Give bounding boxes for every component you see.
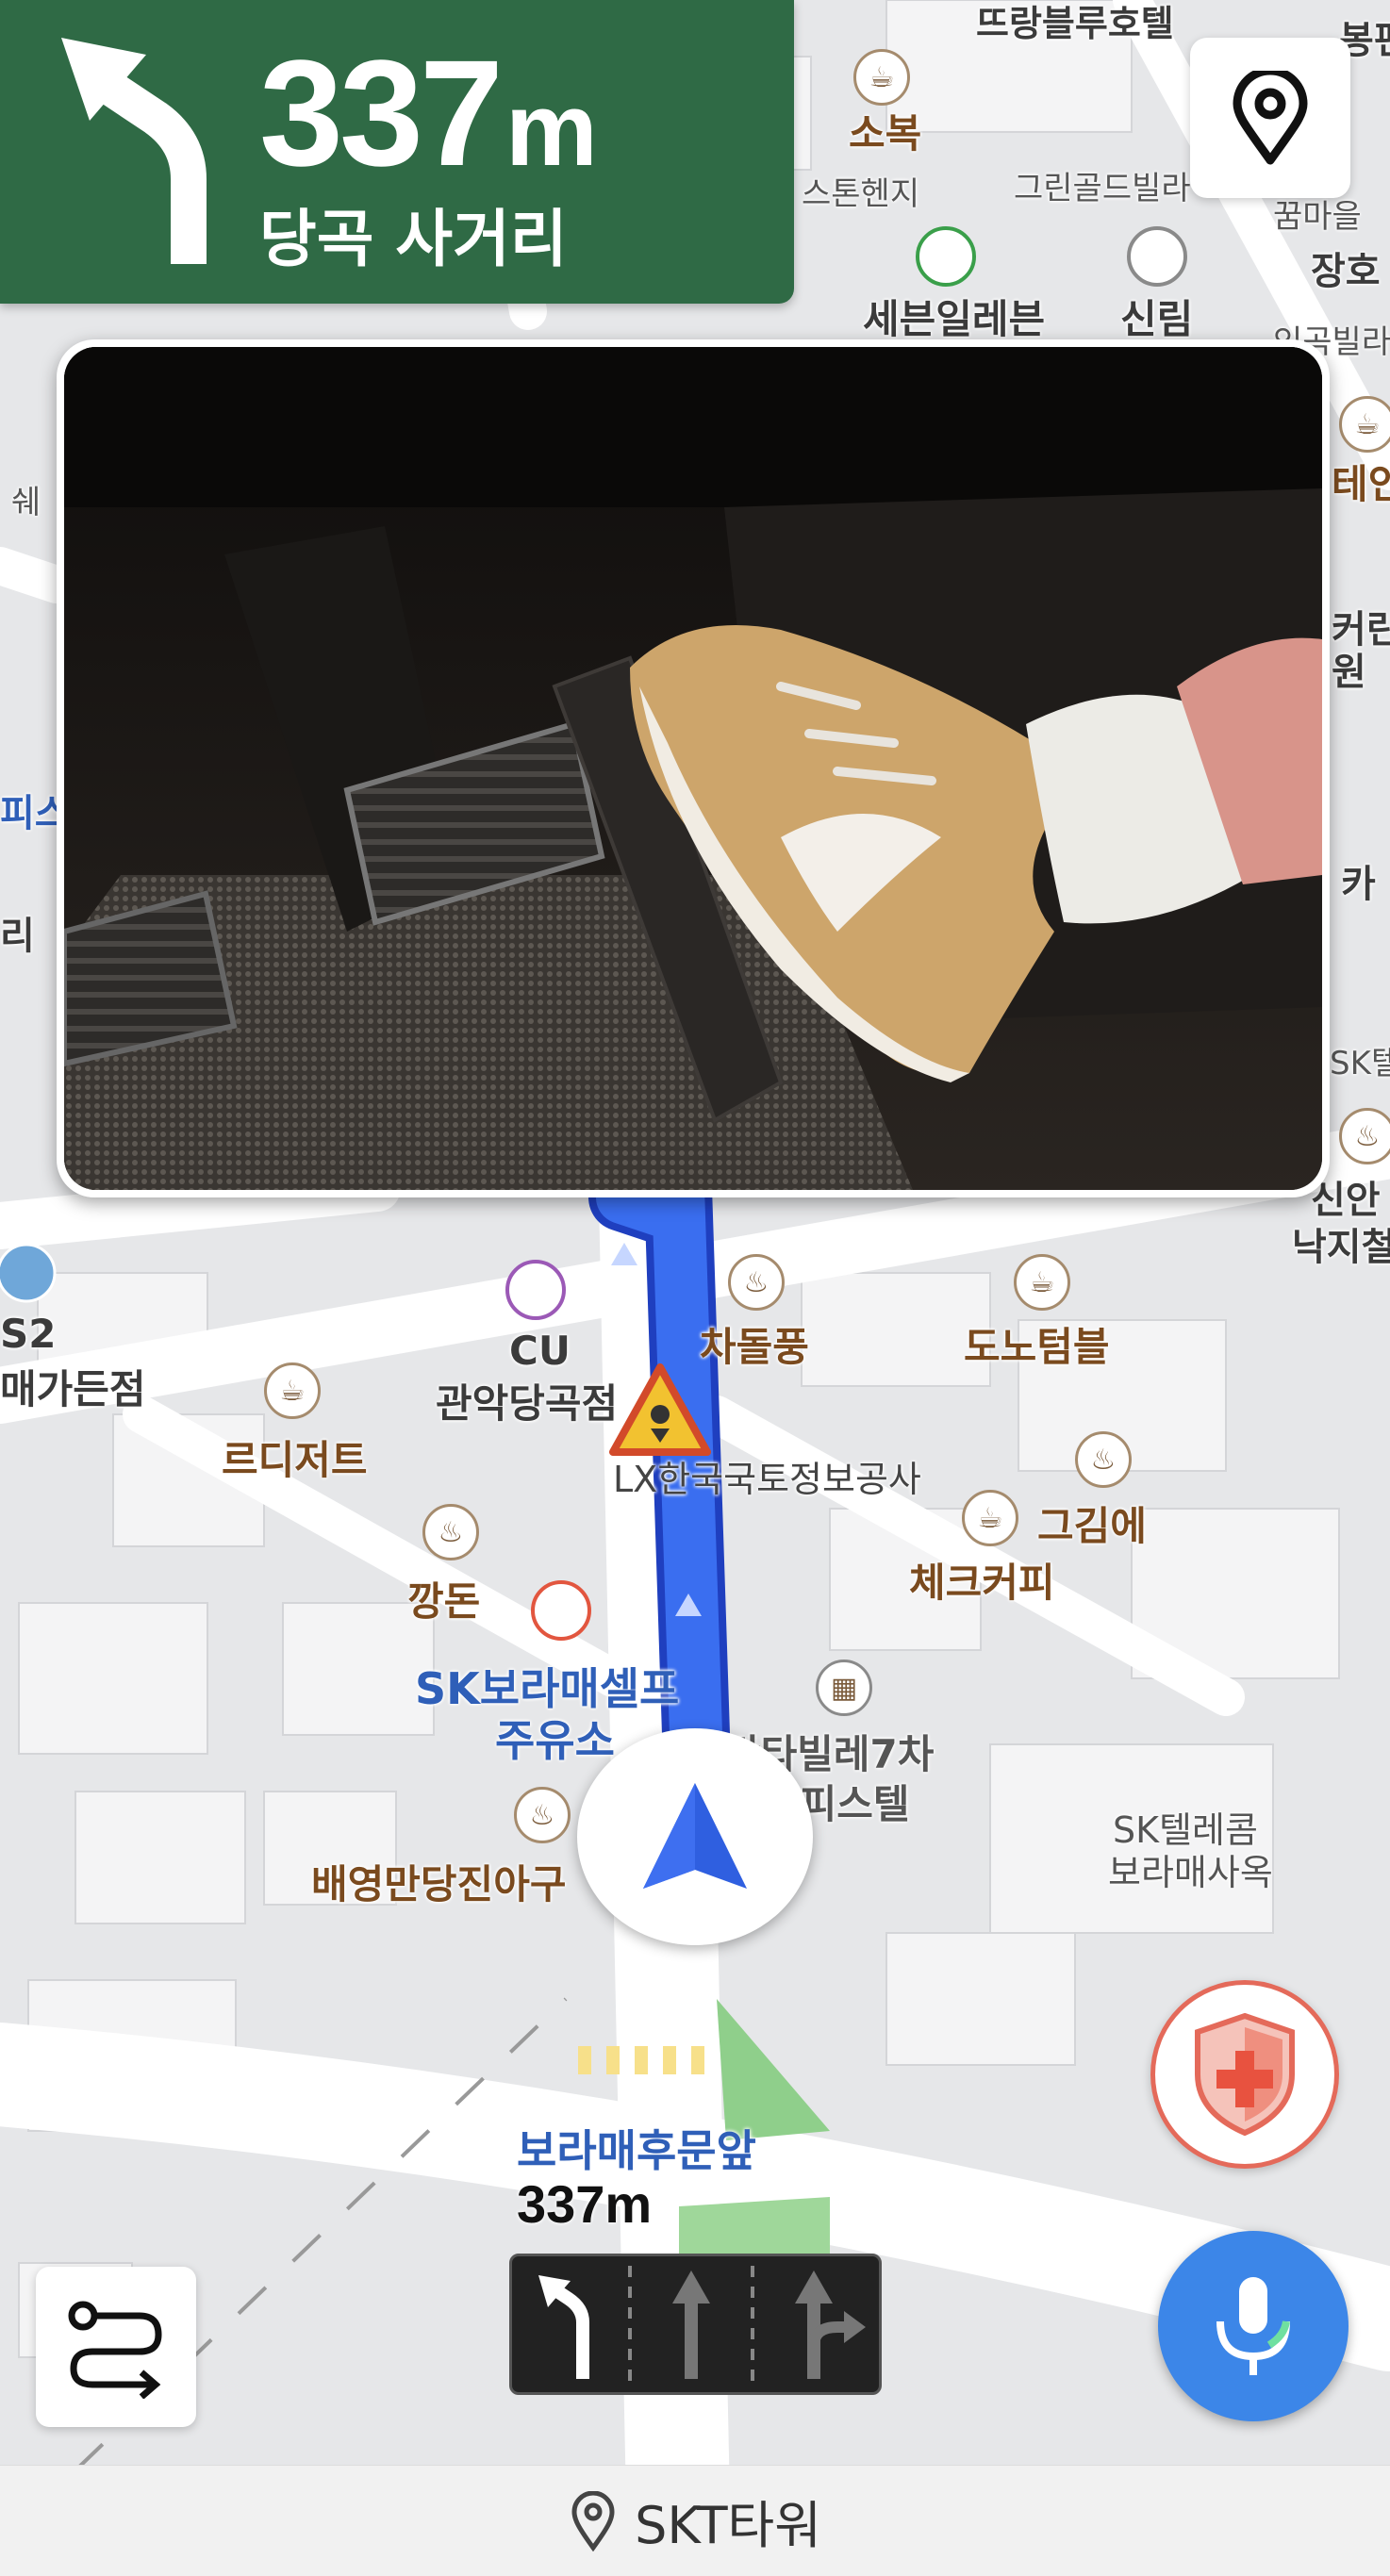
map-label-cu-sub: 관악당곡점 <box>436 1380 619 1427</box>
map-label-sinrim: 신림 <box>1120 296 1194 342</box>
map-label-right-1: 테인 <box>1332 461 1390 507</box>
map-label-gs25: S2 <box>0 1311 57 1357</box>
map-label-right-4: 카 <box>1341 863 1376 906</box>
location-pin-icon <box>1233 71 1308 165</box>
map-label-donoteumbeul: 도노텀블 <box>964 1324 1110 1370</box>
map-label-right-5: SK텔 <box>1330 1045 1390 1082</box>
restaurant-icon: ♨ <box>514 1787 571 1843</box>
restaurant-icon: ♨ <box>728 1254 785 1311</box>
location-pin-button[interactable] <box>1190 38 1350 198</box>
map-label-seven-eleven: 세븐일레븐 <box>863 296 1046 342</box>
guidance-road-name: 당곡 사거리 <box>259 203 568 275</box>
microphone-icon <box>1216 2277 1290 2375</box>
guidance-distance: 337m <box>259 28 598 197</box>
lane-guide-distance: 337m <box>517 2174 653 2234</box>
lane-left-turn-icon <box>538 2275 589 2379</box>
current-position-marker <box>577 1728 813 1945</box>
location-pin-icon <box>571 2490 615 2551</box>
lane-straight-icon <box>672 2271 710 2379</box>
destination-bar[interactable]: SKT타워 <box>0 2465 1390 2576</box>
route-icon <box>68 2301 162 2399</box>
map-label-green-gold: 그린골드빌라 <box>1014 170 1191 207</box>
map-label-kkangdon: 깡돈 <box>407 1578 481 1625</box>
map-label-cu: CU <box>509 1328 571 1374</box>
video-frame <box>64 347 1322 1190</box>
map-label-gs25-sub: 매가든점 <box>0 1366 146 1412</box>
map-label-sk-station-sub: 주유소 <box>495 1715 615 1766</box>
map-label-dessert: 르디저트 <box>222 1437 368 1483</box>
restaurant-icon: ♨ <box>1075 1431 1132 1488</box>
destination-name: SKT타워 <box>635 2496 821 2555</box>
map-label-right-3: 원 <box>1332 651 1366 694</box>
cafe-icon: ☕ <box>853 49 910 106</box>
cafe-icon: ☕ <box>1014 1254 1070 1311</box>
lane-guide-panel <box>509 2254 882 2395</box>
map-label-sobok: 소복 <box>849 110 922 157</box>
map-label-sktelecom-sub: 보라매사옥 <box>1108 1852 1273 1893</box>
map-label-left-1: 쉐 <box>11 484 41 521</box>
safety-shield-button[interactable] <box>1150 1980 1339 2169</box>
building-icon: ▦ <box>816 1660 872 1716</box>
map-label-chadolpung: 차돌풍 <box>700 1324 809 1370</box>
turn-left-arrow-icon <box>61 38 207 264</box>
map-label-stonehenge: 스톤헨지 <box>802 175 920 213</box>
map-label-baeyoung: 배영만당진아구 <box>311 1861 567 1907</box>
cafe-icon: ☕ <box>264 1362 321 1419</box>
video-overlay[interactable] <box>57 339 1330 1197</box>
map-label-left-3: 리 <box>0 915 35 958</box>
shield-plus-icon <box>1195 2012 1295 2137</box>
cafe-icon: ☕ <box>962 1490 1018 1546</box>
lane-guide-intersection: 보라매후문앞 <box>517 2125 756 2176</box>
navigation-arrow-icon <box>643 1783 747 1889</box>
route-options-button[interactable] <box>36 2267 196 2427</box>
restaurant-icon: ♨ <box>422 1504 479 1560</box>
voice-assistant-button[interactable] <box>1158 2231 1349 2421</box>
lane-straight-right-icon <box>795 2271 866 2379</box>
map-label-hotel: 뜨랑블루호텔 <box>976 3 1174 44</box>
map-label-right-7: 낙지철 <box>1292 1226 1390 1269</box>
cafe-icon: ☕ <box>1339 396 1390 453</box>
map-label-check-coffee: 체크커피 <box>909 1560 1055 1606</box>
map-label-lx: LX한국국토정보공사 <box>613 1459 921 1500</box>
map-label-geugime: 그김에 <box>1037 1503 1147 1549</box>
turn-guidance-banner[interactable]: 337m 당곡 사거리 <box>0 0 794 304</box>
map-label-janghoe: 장호 <box>1311 250 1381 293</box>
restaurant-icon: ♨ <box>1339 1108 1390 1164</box>
